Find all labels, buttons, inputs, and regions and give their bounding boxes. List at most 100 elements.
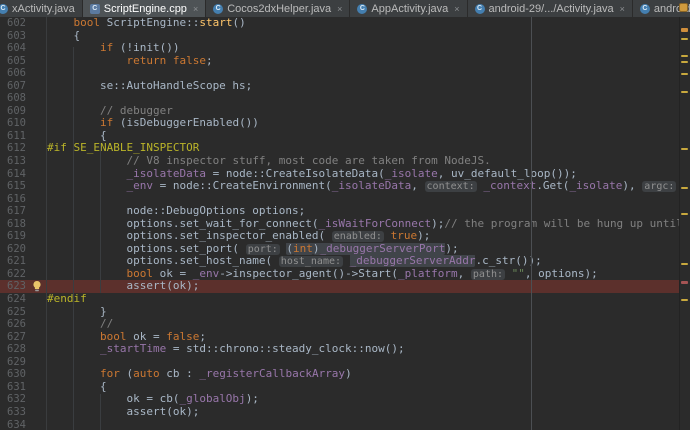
tab-close-icon[interactable]: ×	[454, 4, 459, 14]
code-line[interactable]: 611 {	[0, 129, 680, 143]
line-number[interactable]: 610	[0, 117, 30, 130]
line-number[interactable]: 634	[0, 419, 30, 430]
scrollbar-mark[interactable]	[681, 281, 688, 284]
scrollbar-mark[interactable]	[681, 38, 688, 40]
line-number[interactable]: 628	[0, 343, 30, 356]
line-number[interactable]: 604	[0, 42, 30, 55]
line-number[interactable]: 615	[0, 180, 30, 193]
line-number[interactable]: 622	[0, 268, 30, 281]
line-number[interactable]: 612	[0, 142, 30, 155]
code-line[interactable]: 634	[0, 418, 680, 430]
line-number[interactable]: 633	[0, 406, 30, 419]
tab-close-icon[interactable]: ×	[620, 4, 625, 14]
tab-android-29-activity-java[interactable]: Candroid-29/.../Activity.java ×	[468, 0, 633, 17]
line-number[interactable]: 630	[0, 368, 30, 381]
tab-appactivity-java[interactable]: C AppActivity.java ×	[350, 0, 468, 17]
error-stripe-scrollbar[interactable]	[679, 17, 690, 430]
code-line[interactable]: 621 options.set_host_name( host_name: _d…	[0, 255, 680, 268]
tab-close-icon[interactable]: ×	[193, 4, 198, 14]
code-line[interactable]: 623 assert(ok);	[0, 280, 680, 294]
java-file-icon: C	[639, 3, 650, 14]
line-number[interactable]: 621	[0, 255, 30, 268]
code-text: assert(ok);	[47, 405, 200, 418]
code-line[interactable]: 625 }	[0, 305, 680, 319]
code-line[interactable]: 615 _env = node::CreateEnvironment(_isol…	[0, 180, 680, 193]
tab-cocos2dxhelper-java[interactable]: C Cocos2dxHelper.java ×	[206, 0, 351, 17]
code-line[interactable]: 608	[0, 92, 680, 105]
line-number[interactable]: 616	[0, 193, 30, 206]
code-line[interactable]: 629	[0, 355, 680, 369]
inspection-indicator[interactable]	[679, 3, 688, 12]
line-number[interactable]: 602	[0, 17, 30, 30]
line-number[interactable]: 613	[0, 155, 30, 168]
line-number[interactable]: 617	[0, 205, 30, 218]
line-number[interactable]: 625	[0, 306, 30, 319]
line-number[interactable]: 603	[0, 30, 30, 43]
gutter-icon-area	[30, 92, 47, 105]
line-number[interactable]: 629	[0, 356, 30, 369]
code-line[interactable]: 604 if (!init())	[0, 42, 680, 55]
code-line[interactable]: 602 bool ScriptEngine::start()	[0, 17, 680, 30]
tab-xactivity-java[interactable]: CxActivity.java	[0, 0, 83, 17]
scrollbar-mark[interactable]	[681, 61, 688, 63]
code-text: assert(ok);	[47, 280, 200, 293]
gutter-icon-area	[30, 343, 47, 356]
code-line[interactable]: 603 {	[0, 29, 680, 43]
scrollbar-mark[interactable]	[681, 73, 688, 75]
code-line[interactable]: 624 #endif	[0, 293, 680, 306]
code-line[interactable]: 620 options.set_port( port: (int)_debugg…	[0, 242, 680, 256]
line-number[interactable]: 619	[0, 230, 30, 243]
editor[interactable]: 602 bool ScriptEngine::start() 603 {604 i…	[0, 17, 680, 430]
scrollbar-mark[interactable]	[681, 263, 688, 265]
scrollbar-mark[interactable]	[681, 91, 688, 93]
code-line[interactable]: 605 return false;	[0, 54, 680, 68]
line-number[interactable]: 605	[0, 55, 30, 68]
line-number[interactable]: 624	[0, 293, 30, 306]
tab-close-icon[interactable]: ×	[337, 4, 342, 14]
line-number[interactable]: 632	[0, 393, 30, 406]
code-line[interactable]: 610 if (isDebuggerEnabled())	[0, 117, 680, 130]
java-file-icon: C	[213, 3, 224, 14]
line-number[interactable]: 623	[0, 280, 30, 293]
code-line[interactable]: 617 node::DebugOptions options;	[0, 205, 680, 218]
code-line[interactable]: 622 bool ok = _env->inspector_agent()->S…	[0, 267, 680, 281]
code-text: _startTime = std::chrono::steady_clock::…	[99, 343, 405, 356]
line-number[interactable]: 606	[0, 67, 30, 80]
tab-scriptengine-cpp[interactable]: C ScriptEngine.cpp ×	[82, 0, 207, 17]
tab-label: android-29/.../Activity.java	[488, 2, 614, 15]
scrollbar-mark[interactable]	[681, 148, 688, 150]
code-line[interactable]: 618 options.set_wait_for_connect(_isWait…	[0, 217, 680, 231]
code-line[interactable]: 631 {	[0, 380, 680, 394]
code-line[interactable]: 612 #if SE_ENABLE_INSPECTOR	[0, 142, 680, 156]
tab-bar: CxActivity.java C ScriptEngine.cpp × C Cocos2…	[0, 0, 690, 17]
code-line[interactable]: 616	[0, 192, 680, 206]
code-line[interactable]: 619 options.set_inspector_enabled( enabl…	[0, 230, 680, 243]
scrollbar-mark[interactable]	[681, 299, 688, 301]
code-line[interactable]: 609 // debugger	[0, 104, 680, 118]
code-line[interactable]: 628 _startTime = std::chrono::steady_clo…	[0, 343, 680, 356]
line-number[interactable]: 614	[0, 168, 30, 181]
line-number[interactable]: 607	[0, 80, 30, 93]
code-line[interactable]: 633 assert(ok);	[0, 405, 680, 419]
code-line[interactable]: 606	[0, 67, 680, 80]
line-number[interactable]: 620	[0, 243, 30, 256]
code-line[interactable]: 632 ok = cb(_globalObj);	[0, 393, 680, 406]
line-number[interactable]: 608	[0, 92, 30, 105]
line-number[interactable]: 626	[0, 318, 30, 331]
intention-bulb-icon[interactable]	[32, 281, 42, 292]
code-line[interactable]: 614 _isolateData = node::CreateIsolateDa…	[0, 167, 680, 181]
scrollbar-mark[interactable]	[681, 187, 688, 189]
scrollbar-mark[interactable]	[681, 213, 688, 215]
line-number[interactable]: 609	[0, 105, 30, 118]
line-number[interactable]: 627	[0, 331, 30, 344]
scrollbar-mark[interactable]	[681, 55, 688, 57]
code-line[interactable]: 613 // V8 inspector stuff, most code are…	[0, 155, 680, 168]
line-number[interactable]: 618	[0, 218, 30, 231]
code-line[interactable]: 607 se::AutoHandleScope hs;	[0, 79, 680, 93]
code-line[interactable]: 626 //	[0, 318, 680, 331]
scrollbar-mark[interactable]	[681, 28, 688, 32]
line-number[interactable]: 631	[0, 381, 30, 394]
code-line[interactable]: 630 for (auto cb : _registerCallbackArra…	[0, 368, 680, 381]
line-number[interactable]: 611	[0, 130, 30, 143]
code-line[interactable]: 627 bool ok = false;	[0, 330, 680, 344]
